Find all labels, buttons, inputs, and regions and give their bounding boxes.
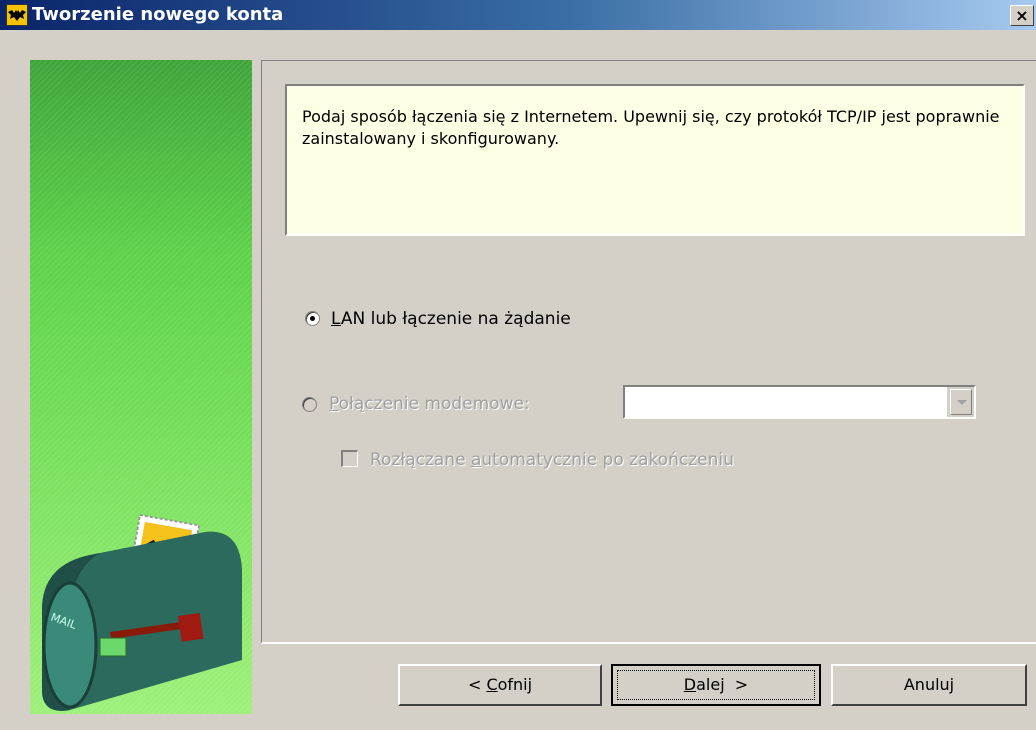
auto-disconnect-label[interactable]: Rozłączane automatycznie po zakończeniu xyxy=(370,450,734,470)
modem-mnemonic: P xyxy=(329,394,339,414)
modem-connection-select[interactable] xyxy=(623,385,976,419)
info-box: Podaj sposób łączenia się z Internetem. … xyxy=(285,84,1025,236)
cancel-button-label: Anuluj xyxy=(903,675,955,694)
auto-disconnect-checkbox[interactable] xyxy=(341,450,358,467)
next-suffix: alej > xyxy=(696,675,749,694)
modem-radio[interactable] xyxy=(302,397,317,412)
auto-disconnect-text-after: utomatycznie po zakończeniu xyxy=(481,450,734,470)
close-button[interactable]: × xyxy=(1010,5,1034,26)
next-mnemonic: D xyxy=(683,675,697,694)
next-button-label: Dalej > xyxy=(684,675,748,694)
cancel-button[interactable]: Anuluj xyxy=(831,664,1027,706)
mailbox-icon: MAIL xyxy=(42,513,242,711)
chevron-down-icon xyxy=(957,400,967,405)
radio-selected-dot xyxy=(310,316,315,321)
info-text: Podaj sposób łączenia się z Internetem. … xyxy=(302,107,1000,148)
back-mnemonic: C xyxy=(486,675,498,694)
lan-label[interactable]: LAN lub łączenie na żądanie xyxy=(331,309,571,329)
lan-label-text: AN lub łączenie na żądanie xyxy=(340,309,571,329)
back-prefix: < xyxy=(467,675,487,694)
next-button[interactable]: Dalej > xyxy=(611,664,821,706)
auto-disconnect-text-before: Rozłączane xyxy=(370,450,471,470)
lan-radio[interactable] xyxy=(305,311,320,326)
back-button-label: < Cofnij xyxy=(468,675,532,694)
modem-label[interactable]: Połączenie modemowe: xyxy=(329,394,530,414)
close-icon: × xyxy=(1015,6,1029,25)
back-suffix: ofnij xyxy=(497,675,533,694)
lan-mnemonic: L xyxy=(331,309,341,329)
back-button[interactable]: < Cofnij xyxy=(398,664,602,706)
title-bar[interactable]: Tworzenie nowego konta × xyxy=(0,0,1036,30)
window-title: Tworzenie nowego konta xyxy=(32,4,284,25)
wizard-side-image: MAIL xyxy=(30,60,252,714)
modem-label-text: ołączenie modemowe: xyxy=(338,394,530,414)
account-wizard-window: Tworzenie nowego konta × MAIL Podaj spos… xyxy=(0,0,1036,730)
auto-disconnect-mnemonic: a xyxy=(470,450,482,470)
modem-select-value xyxy=(625,387,947,417)
bat-app-icon xyxy=(6,4,28,26)
dropdown-button[interactable] xyxy=(950,389,972,415)
